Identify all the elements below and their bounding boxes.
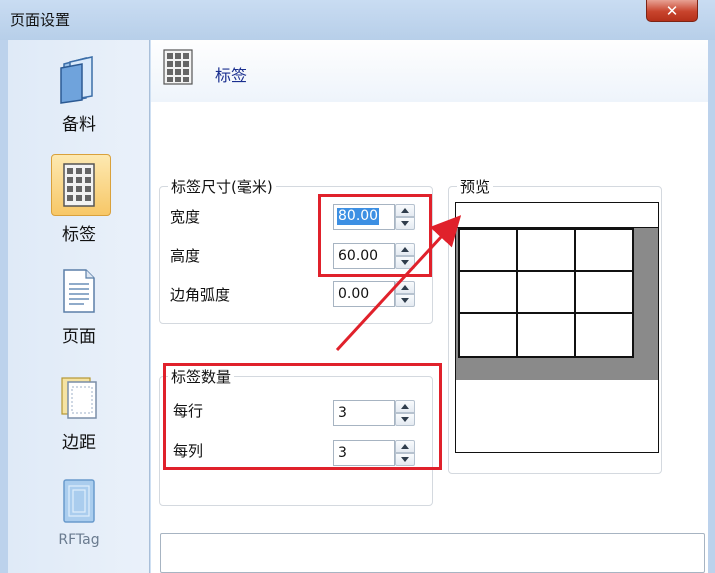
window-title: 页面设置 [10,11,71,29]
sidebar-item-label: 边距 [62,433,96,453]
sidebar-item-margin[interactable]: 边距 [8,372,150,453]
folder-icon [56,54,102,104]
sidebar-item-label: RFTag [58,532,100,548]
title-bar: 页面设置 ✕ [0,0,715,40]
sidebar-item-label-settings[interactable]: 标签 [8,154,150,245]
sidebar-item-label: 备料 [62,115,96,135]
sidebar: 备料 标签 页面 边距 RFTag [8,40,150,573]
status-field [160,533,705,573]
sidebar-item-label: 标签 [62,225,96,245]
close-button[interactable]: ✕ [646,0,698,22]
close-icon: ✕ [665,1,679,20]
sidebar-item-page[interactable]: 页面 [8,266,150,347]
window-frame-left [0,40,8,573]
main-panel: 标签 标签尺寸(毫米) 宽度 80.00 高度 边角弧度 标签数量 每行 [151,40,708,573]
margin-icon [56,372,102,422]
sidebar-item-rftag[interactable]: RFTag [8,476,150,548]
sidebar-item-material[interactable]: 备料 [8,54,150,135]
sidebar-item-label: 页面 [62,327,96,347]
page-icon [56,266,102,316]
label-grid-icon [56,160,102,210]
window-frame-right [708,40,715,573]
rftag-icon [56,476,102,526]
annotation-arrow-icon [335,215,462,352]
